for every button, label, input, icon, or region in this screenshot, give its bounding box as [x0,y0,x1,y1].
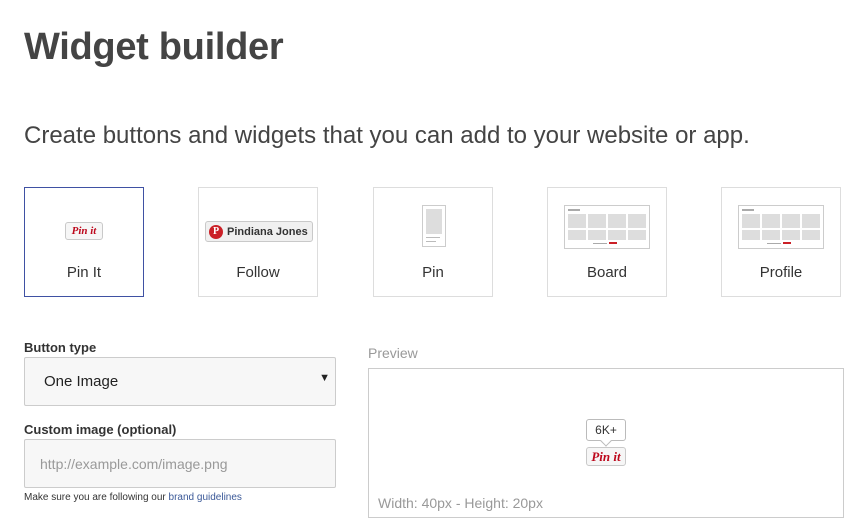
preview-label: Preview [368,345,418,361]
page-title: Widget builder [24,26,284,68]
preview-panel: 6K+ Pin it Width: 40px - Height: 20px [368,368,844,518]
caret-down-icon: ▼ [319,372,330,384]
custom-image-label: Custom image (optional) [24,422,177,437]
widget-card-board[interactable]: Board [547,187,667,297]
pin-it-button-icon: Pin it [65,222,103,240]
pin-count-bubble: 6K+ [586,419,626,441]
follow-button-text: Pindiana Jones [227,225,308,238]
button-type-select[interactable]: One Image ▼ [24,357,336,406]
help-text-prefix: Make sure you are following our [24,492,166,503]
widget-card-label: Follow [236,264,280,281]
widget-card-pin-it[interactable]: Pin it Pin It [24,187,144,297]
button-type-label: Button type [24,340,97,355]
widget-card-label: Profile [759,264,803,281]
widget-card-label: Pin It [66,264,102,281]
help-text: Make sure you are following our brand gu… [24,492,242,503]
widget-card-label: Pin [422,264,444,281]
button-type-value: One Image [44,373,119,390]
widget-card-profile[interactable]: Profile [721,187,841,297]
widget-card-pin[interactable]: Pin [373,187,493,297]
profile-widget-icon [738,205,824,249]
board-widget-icon [564,205,650,249]
brand-guidelines-link[interactable]: brand guidelines [169,492,242,503]
widget-card-follow[interactable]: P Pindiana Jones Follow [198,187,318,297]
custom-image-input[interactable] [24,439,336,488]
follow-button-icon: P Pindiana Jones [205,221,313,242]
widget-card-label: Board [586,264,628,281]
pinterest-logo-icon: P [209,224,223,239]
page-subtitle: Create buttons and widgets that you can … [24,122,750,149]
pin-widget-icon [422,205,446,247]
preview-dimensions: Width: 40px - Height: 20px [378,495,543,511]
preview-pin-it-button[interactable]: Pin it [586,447,626,466]
